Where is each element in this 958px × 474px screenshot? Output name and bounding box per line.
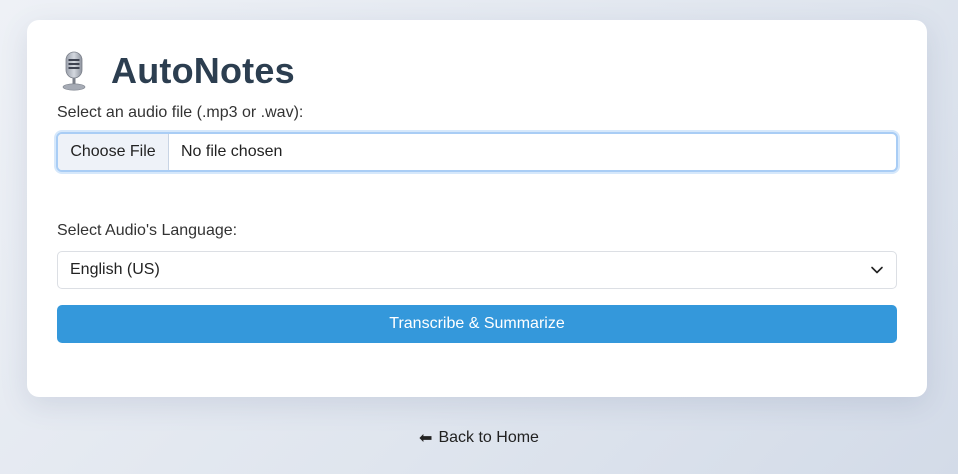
language-selected-value: English (US)	[70, 261, 160, 278]
choose-file-button[interactable]: Choose File	[58, 134, 169, 170]
chevron-down-icon	[870, 263, 884, 277]
back-to-home-link-container: ⬅ Back to Home	[0, 428, 958, 448]
header: AutoNotes	[57, 48, 295, 94]
language-label: Select Audio's Language:	[57, 222, 238, 239]
back-to-home-label: Back to Home	[438, 429, 539, 446]
language-select[interactable]: English (US)	[57, 251, 897, 289]
audio-file-input[interactable]: Choose File No file chosen	[56, 132, 898, 172]
upload-card: AutoNotes Select an audio file (.mp3 or …	[27, 20, 927, 397]
file-status-text: No file chosen	[181, 143, 283, 160]
back-to-home-link[interactable]: ⬅ Back to Home	[419, 428, 539, 448]
transcribe-summarize-button[interactable]: Transcribe & Summarize	[57, 305, 897, 343]
arrow-left-icon: ⬅	[419, 430, 433, 447]
app-title: AutoNotes	[111, 50, 295, 91]
microphone-icon	[57, 51, 91, 91]
file-label: Select an audio file (.mp3 or .wav):	[57, 104, 304, 121]
